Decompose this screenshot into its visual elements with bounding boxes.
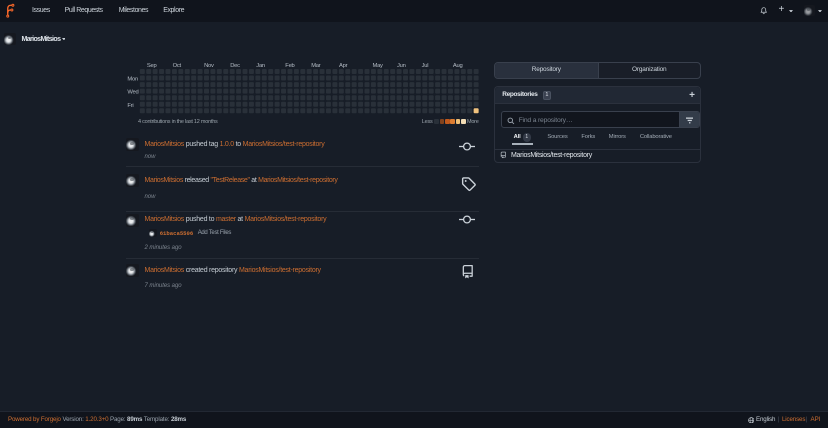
svg-text:Mar: Mar bbox=[311, 63, 321, 69]
svg-text:Fri: Fri bbox=[127, 103, 133, 109]
svg-text:Mon: Mon bbox=[127, 77, 138, 83]
svg-text:Sep: Sep bbox=[147, 63, 157, 69]
svg-text:Jul: Jul bbox=[422, 63, 429, 69]
svg-text:Nov: Nov bbox=[204, 63, 214, 69]
svg-text:Apr: Apr bbox=[339, 63, 348, 69]
svg-text:Aug: Aug bbox=[453, 63, 463, 69]
svg-text:Wed: Wed bbox=[127, 90, 138, 96]
svg-text:Jan: Jan bbox=[256, 63, 265, 69]
svg-text:May: May bbox=[373, 63, 384, 69]
svg-text:Feb: Feb bbox=[285, 63, 294, 69]
svg-text:Oct: Oct bbox=[173, 63, 182, 69]
svg-text:Jun: Jun bbox=[397, 63, 406, 69]
svg-text:Dec: Dec bbox=[230, 63, 240, 69]
